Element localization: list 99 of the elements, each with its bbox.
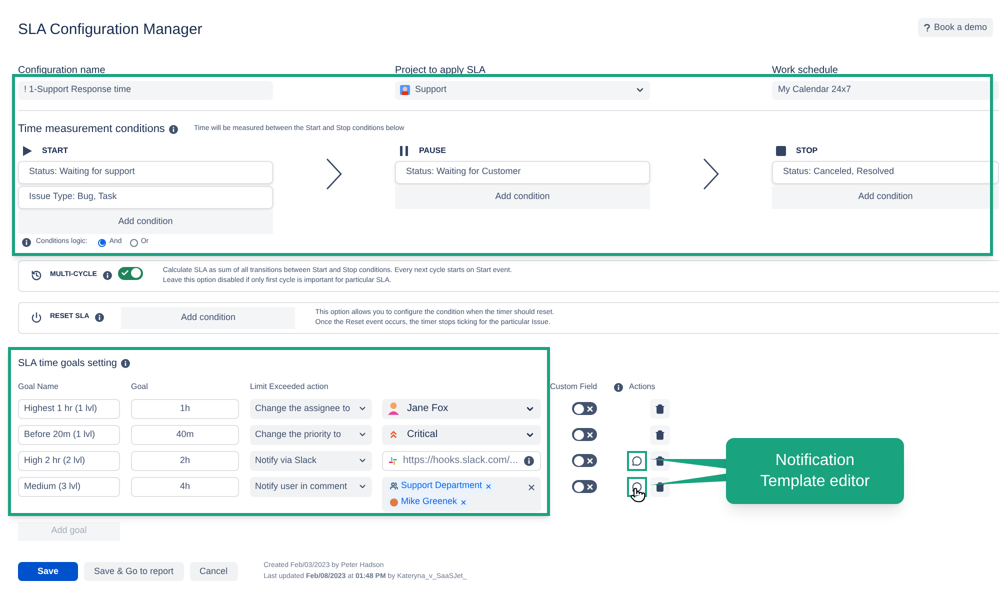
action-select[interactable]: Notify via Slack — [250, 450, 372, 470]
x-icon — [586, 404, 594, 412]
trash-icon — [655, 404, 665, 414]
stage-title: START — [42, 144, 68, 156]
info-icon — [524, 456, 534, 466]
goal-time-field[interactable]: 1h — [131, 398, 239, 418]
save-button[interactable]: Save — [18, 562, 78, 581]
book-demo-button[interactable]: Book a demo — [918, 18, 993, 37]
info-icon — [120, 358, 130, 368]
column-header: Goal Name — [18, 381, 60, 393]
x-icon — [586, 430, 594, 438]
condition-row[interactable]: Status: Canceled, Resolved — [772, 160, 999, 184]
chevron-right-icon — [326, 158, 342, 190]
schedule-field[interactable]: My Calendar 24x7 — [772, 80, 999, 100]
play-icon — [22, 146, 32, 156]
info-icon — [95, 313, 104, 322]
toggle-switch[interactable] — [572, 428, 597, 441]
column-header: Limit Exceeded action — [250, 381, 330, 393]
add-condition-button[interactable]: Add condition — [772, 186, 999, 208]
toggle-switch[interactable] — [572, 454, 597, 467]
radio-button[interactable] — [130, 238, 138, 246]
template-editor-button[interactable] — [627, 450, 647, 470]
chevron-right-icon — [703, 158, 719, 190]
goal-name-field[interactable]: Medium (3 lvl) — [18, 476, 120, 496]
secondary-button[interactable]: Save & Go to report — [84, 562, 184, 581]
chevron-down-icon — [635, 85, 645, 95]
project-select[interactable]: Support — [395, 80, 650, 100]
recipient-tag[interactable]: Mike Greenek — [387, 496, 470, 508]
page-title: SLA Configuration Manager — [18, 20, 202, 40]
goal-name-field[interactable]: Highest 1 hr (1 lvl) — [18, 398, 120, 418]
delete-button[interactable] — [650, 476, 670, 496]
goal-name-field[interactable]: Before 20m (1 lvl) — [18, 424, 120, 444]
section-title: SLA time goals setting — [18, 356, 117, 370]
x-icon — [586, 482, 594, 490]
question-icon — [924, 24, 930, 32]
slack-icon — [389, 456, 397, 466]
callout-bubble: Notification Template editor — [726, 438, 904, 504]
name-field[interactable]: ! 1-Support Response time — [18, 80, 273, 100]
toggle-switch[interactable] — [118, 266, 143, 280]
remove-icon[interactable] — [485, 482, 492, 490]
pause-icon — [399, 146, 409, 156]
info-icon — [614, 382, 623, 392]
stop-icon — [776, 146, 786, 156]
condition-row[interactable]: Issue Type: Bug, Task — [18, 186, 273, 208]
add-condition-button[interactable]: Add condition — [18, 210, 273, 234]
remove-icon[interactable] — [460, 498, 468, 506]
clear-icon[interactable] — [527, 482, 536, 492]
info-icon — [102, 271, 112, 280]
add-condition-button[interactable]: Add condition — [395, 186, 650, 208]
radio-button[interactable] — [98, 238, 106, 246]
action-select[interactable]: Change the assignee to — [250, 398, 372, 418]
users-icon — [390, 482, 398, 490]
column-header: Goal — [131, 381, 149, 393]
field-label: Project to apply SLA — [395, 64, 487, 76]
assignee-select[interactable]: Jane Fox — [382, 398, 541, 418]
goal-name-field[interactable]: High 2 hr (2 lvl) — [18, 450, 120, 470]
priority-icon — [388, 429, 399, 440]
action-select[interactable]: Notify user in comment — [250, 476, 372, 496]
webhook-field[interactable]: https://hooks.slack.com/... — [382, 450, 541, 470]
action-select[interactable]: Change the priority to — [250, 424, 372, 444]
add-condition-button[interactable]: Add condition — [121, 306, 296, 328]
delete-button[interactable] — [650, 424, 670, 444]
project-icon — [400, 85, 410, 95]
priority-select[interactable]: Critical — [382, 424, 541, 444]
field-label: Work schedule — [772, 64, 839, 76]
stage-title: STOP — [796, 144, 818, 156]
trash-icon — [655, 430, 665, 440]
recipients-field[interactable]: Support Department Mike Greenek — [382, 476, 541, 512]
condition-row[interactable]: Status: Waiting for support — [18, 160, 273, 184]
chat-icon — [632, 456, 642, 466]
avatar-icon — [390, 498, 398, 506]
avatar-icon — [388, 402, 399, 415]
chevron-down-icon — [358, 430, 367, 439]
power-icon — [31, 312, 42, 323]
section-title: Time measurement conditions — [18, 122, 165, 137]
info-icon — [22, 238, 31, 247]
chat-icon — [632, 482, 642, 492]
x-icon — [586, 456, 594, 464]
toggle-switch[interactable] — [572, 480, 597, 493]
goal-time-field[interactable]: 40m — [131, 424, 239, 444]
info-icon — [168, 124, 178, 134]
recipient-tag[interactable]: Support Department — [387, 480, 496, 492]
stage-title: PAUSE — [419, 144, 446, 156]
column-header: Actions — [629, 381, 656, 393]
condition-row[interactable]: Status: Waiting for Customer — [395, 160, 650, 184]
secondary-button[interactable]: Cancel — [190, 562, 238, 581]
goal-time-field[interactable]: 2h — [131, 450, 239, 470]
toggle-switch[interactable] — [572, 402, 597, 415]
chevron-down-icon — [358, 404, 367, 413]
delete-button[interactable] — [650, 398, 670, 418]
history-icon — [31, 270, 42, 281]
field-label: Configuration name — [18, 64, 106, 76]
goal-time-field[interactable]: 4h — [131, 476, 239, 496]
delete-button[interactable] — [650, 450, 670, 470]
chevron-down-icon — [358, 482, 367, 491]
check-icon — [120, 269, 129, 277]
chevron-down-icon — [358, 456, 367, 465]
hand-cursor-icon — [630, 486, 646, 504]
column-header: Custom Field — [550, 381, 598, 393]
